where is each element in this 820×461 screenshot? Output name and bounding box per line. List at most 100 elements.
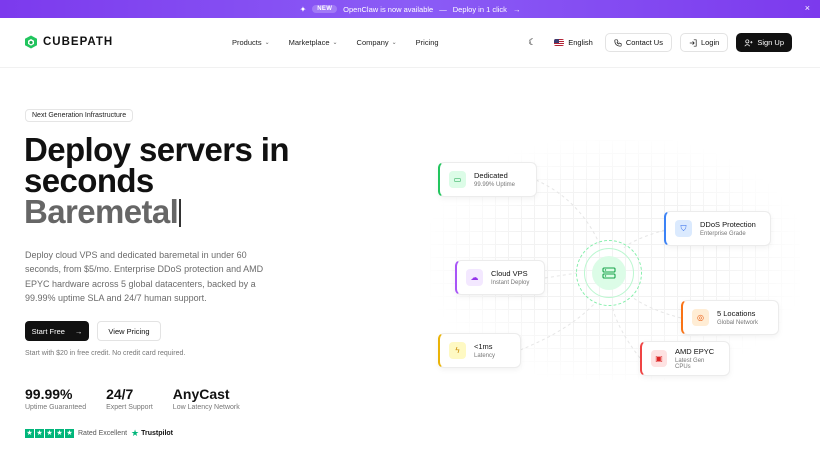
- bolt-icon: ϟ: [449, 342, 466, 359]
- hero-title-line2: seconds: [24, 162, 154, 199]
- rating-stars: ★ ★ ★ ★ ★: [25, 429, 74, 438]
- view-pricing-button[interactable]: View Pricing: [97, 321, 161, 341]
- card-title: Dedicated: [474, 171, 508, 180]
- star-icon: ★: [35, 429, 44, 438]
- typing-cursor: [179, 199, 182, 227]
- stats-row: 99.99% Uptime Guaranteed 24/7 Expert Sup…: [25, 386, 260, 411]
- close-icon[interactable]: ×: [805, 3, 810, 13]
- brand-name: CUBEPATH: [43, 36, 114, 48]
- chevron-down-icon: ⌄: [391, 40, 397, 46]
- card-subtitle: 99.99% Uptime: [474, 182, 516, 188]
- hub-ring: [584, 248, 634, 298]
- stat-support: 24/7 Expert Support: [106, 386, 153, 411]
- contact-button[interactable]: Contact Us: [604, 33, 672, 52]
- nav-actions: ☾ English Contact Us Login Sign Up: [524, 33, 792, 52]
- hero-title: Deploy servers in seconds Baremetal: [24, 131, 324, 230]
- stat-uptime: 99.99% Uptime Guaranteed: [25, 386, 86, 411]
- star-icon: ★: [25, 429, 34, 438]
- nav-marketplace-label: Marketplace: [288, 38, 330, 47]
- card-subtitle: Enterprise Grade: [700, 231, 746, 237]
- hero-chip: Next Generation Infrastructure: [25, 109, 134, 122]
- cloud-icon: ☁: [466, 269, 483, 286]
- login-label: Login: [700, 38, 720, 47]
- card-subtitle: Latency: [474, 353, 496, 359]
- start-free-button[interactable]: Start Free →: [25, 321, 89, 341]
- shield-icon: ⛉: [675, 220, 692, 237]
- server-hub: [576, 240, 642, 306]
- card-locations: ◎ 5 Locations Global Network: [681, 300, 779, 335]
- nav-company-label: Company: [356, 38, 389, 47]
- view-pricing-label: View Pricing: [108, 326, 150, 336]
- rating-text: Rated Excellent: [78, 430, 128, 437]
- announcement-message: OpenClaw is now available: [343, 4, 434, 14]
- us-flag-icon: [554, 39, 565, 46]
- star-icon: ★: [55, 429, 64, 438]
- phone-icon: [614, 38, 622, 47]
- announcement-bar[interactable]: ✦ NEW OpenClaw is now available — Deploy…: [0, 0, 820, 18]
- card-title: <1ms: [474, 342, 493, 351]
- nav-pricing-label: Pricing: [415, 38, 439, 47]
- user-plus-icon: [744, 38, 753, 46]
- card-dedicated: ▭ Dedicated 99.99% Uptime: [438, 162, 537, 197]
- language-selector[interactable]: English: [554, 38, 593, 47]
- main-menu: Products ⌄ Marketplace ⌄ Company ⌄ Prici…: [232, 38, 439, 47]
- announcement-cta[interactable]: Deploy in 1 click: [453, 5, 507, 14]
- moon-icon[interactable]: ☾: [524, 35, 540, 51]
- sparkle-icon: ✦: [299, 4, 307, 14]
- language-label: English: [568, 38, 593, 47]
- login-button[interactable]: Login: [679, 33, 729, 52]
- trustpilot-star-icon: ★: [131, 428, 140, 438]
- signup-label: Sign Up: [757, 38, 784, 47]
- card-cloud: ☁ Cloud VPS Instant Deploy: [455, 260, 545, 295]
- card-subtitle: Instant Deploy: [491, 280, 530, 286]
- card-subtitle: Global Network: [717, 320, 759, 326]
- stat-label: Uptime Guaranteed: [25, 404, 87, 411]
- hero-cta-group: Start Free → View Pricing: [25, 321, 161, 341]
- nav-company[interactable]: Company ⌄: [357, 38, 397, 47]
- stat-label: Expert Support: [106, 404, 153, 411]
- cpu-icon: ▣: [651, 350, 668, 367]
- monitor-icon: ▭: [449, 171, 466, 188]
- login-icon: [689, 38, 697, 47]
- top-nav: CUBEPATH Products ⌄ Marketplace ⌄ Compan…: [0, 18, 820, 68]
- card-title: 5 Locations: [717, 309, 756, 318]
- nav-products[interactable]: Products ⌄: [232, 38, 270, 47]
- nav-pricing[interactable]: Pricing: [416, 38, 439, 47]
- card-title: DDoS Protection: [700, 220, 756, 229]
- chevron-down-icon: ⌄: [264, 40, 270, 46]
- nav-products-label: Products: [232, 38, 262, 47]
- new-badge: NEW: [312, 5, 338, 13]
- stat-value: 24/7: [106, 386, 134, 402]
- star-icon: ★: [45, 429, 54, 438]
- card-latency: ϟ <1ms Latency: [438, 333, 521, 368]
- arrow-right-icon: →: [74, 326, 83, 336]
- star-icon: ★: [65, 429, 74, 438]
- stat-network: AnyCast Low Latency Network: [173, 386, 240, 411]
- card-title: Cloud VPS: [491, 269, 528, 278]
- cube-logo-icon: [25, 35, 37, 49]
- hero-title-line1: Deploy servers in: [24, 131, 290, 168]
- nav-marketplace[interactable]: Marketplace ⌄: [289, 38, 338, 47]
- stat-label: Low Latency Network: [172, 404, 240, 411]
- trustpilot-logo: ★ Trustpilot: [131, 428, 173, 439]
- stat-value: AnyCast: [172, 386, 230, 402]
- globe-icon: ◎: [692, 309, 709, 326]
- contact-label: Contact Us: [625, 38, 663, 47]
- card-title: AMD EPYC: [675, 347, 715, 356]
- typed-word: Baremetal: [24, 193, 179, 230]
- trustpilot-rating[interactable]: ★ ★ ★ ★ ★ Rated Excellent ★ Trustpilot: [25, 428, 173, 439]
- arrow-right-icon: →: [512, 4, 521, 14]
- card-epyc: ▣ AMD EPYC Latest Gen CPUs: [640, 341, 730, 376]
- credit-note: Start with $20 in free credit. No credit…: [25, 350, 186, 357]
- card-subtitle: Latest Gen CPUs: [675, 358, 705, 370]
- start-free-label: Start Free: [31, 326, 65, 336]
- trustpilot-name: Trustpilot: [141, 430, 173, 437]
- stat-value: 99.99%: [25, 386, 73, 402]
- brand-logo[interactable]: CUBEPATH: [24, 35, 113, 49]
- announcement-separator: —: [439, 4, 447, 14]
- chevron-down-icon: ⌄: [332, 40, 338, 46]
- card-ddos: ⛉ DDoS Protection Enterprise Grade: [664, 211, 771, 246]
- hero-description: Deploy cloud VPS and dedicated baremetal…: [25, 250, 264, 303]
- signup-button[interactable]: Sign Up: [736, 33, 792, 52]
- server-icon: [592, 256, 626, 290]
